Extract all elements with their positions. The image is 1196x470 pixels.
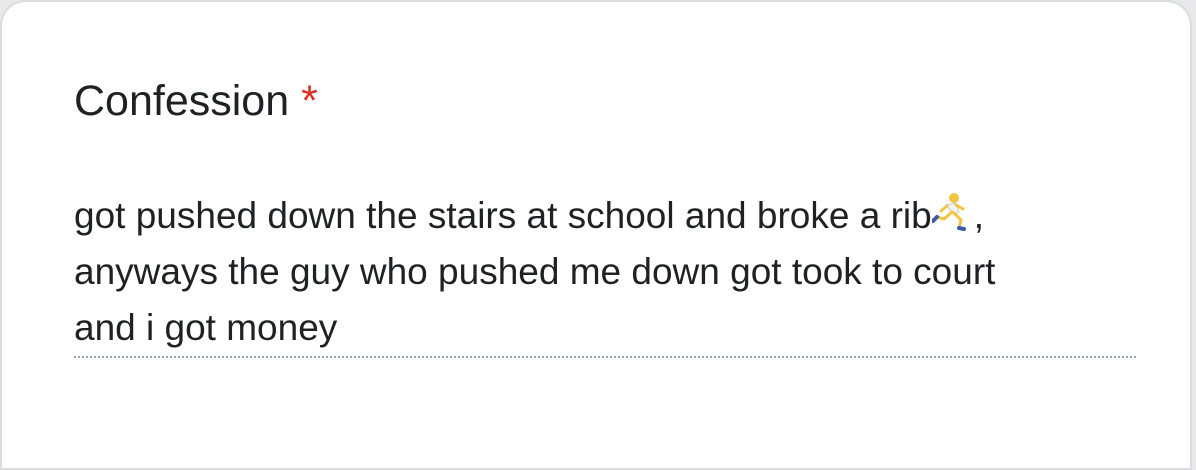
question-title-text: Confession [74, 77, 290, 125]
answer-text[interactable]: got pushed down the stairs at school and… [74, 188, 1136, 356]
answer-line-1-text: got pushed down the stairs at school and… [74, 195, 932, 236]
person-running-icon [931, 193, 966, 231]
question-title: Confession * [74, 74, 318, 128]
answer-line-3: and i got money [74, 307, 338, 348]
answer-underline [74, 356, 1136, 358]
question-card: Confession * got pushed down the stairs a… [0, 0, 1192, 470]
required-asterisk: * [301, 77, 318, 125]
answer-line-1: got pushed down the stairs at school and… [74, 188, 1136, 244]
answer-line-1-suffix: , [973, 195, 984, 236]
answer-line-2: anyways the guy who pushed me down got t… [74, 251, 996, 292]
